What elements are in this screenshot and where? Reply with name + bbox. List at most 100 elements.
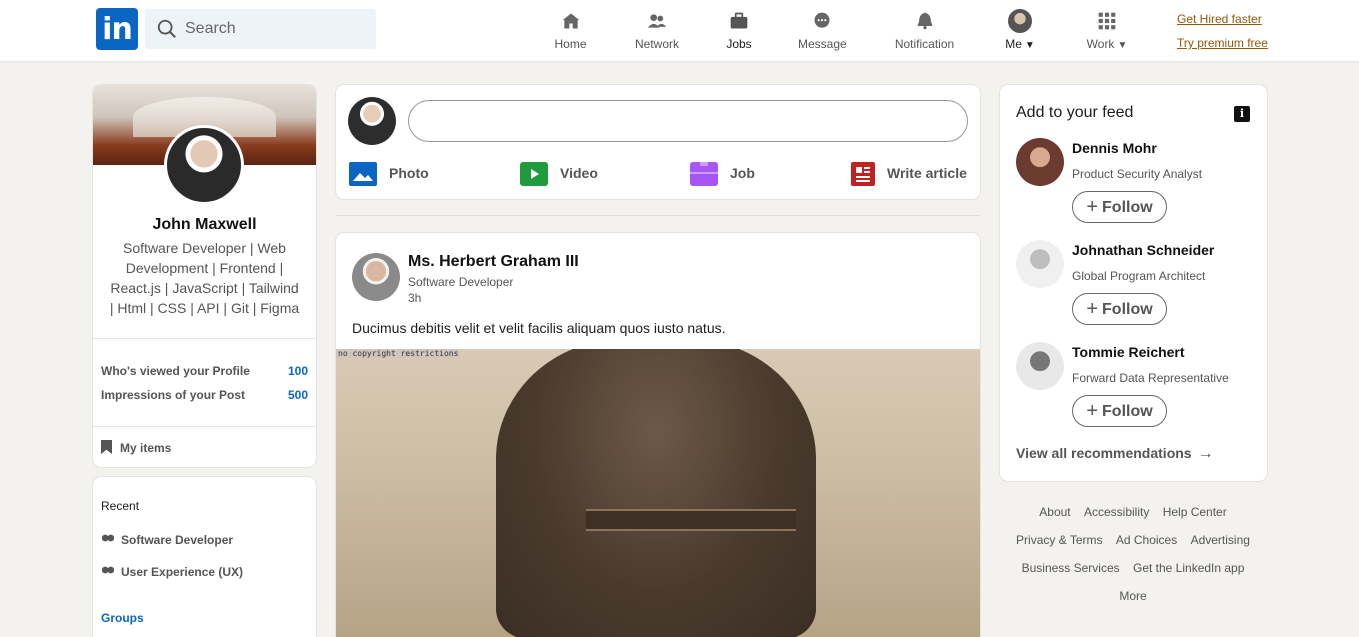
search-box[interactable] [145,9,376,49]
recent-item-label: Software Developer [121,533,234,547]
footer-links: About Accessibility Help Center Privacy … [1000,498,1266,610]
nav-network-label: Network [634,37,679,51]
footer-link-business-services[interactable]: Business Services [1022,561,1120,575]
chevron-down-icon: ▼ [1117,40,1128,51]
start-post-input[interactable] [408,100,968,142]
feed-post: Ms. Herbert Graham III Software Develope… [336,233,980,637]
bell-icon [917,12,932,30]
write-article-button[interactable]: Write article [851,160,967,187]
follow-button[interactable]: + Follow [1072,293,1167,325]
job-button[interactable]: Job [690,160,755,187]
info-icon[interactable]: i [1234,106,1250,122]
avatar[interactable] [348,97,396,145]
footer-link-more[interactable]: More [1119,589,1146,603]
avatar[interactable] [352,253,400,301]
follow-label: Follow [1102,199,1153,216]
group-icon [101,534,115,544]
footer-link-accessibility[interactable]: Accessibility [1084,505,1149,519]
follow-label: Follow [1102,301,1153,318]
recent-card: Recent Software Developer User Experienc… [93,477,316,637]
suggestion-role: Global Program Architect [1072,269,1206,283]
stat-label: Who's viewed your Profile [101,364,250,378]
post-composer: Photo Video Job Write article [336,85,980,199]
photo-button[interactable]: Photo [349,160,429,187]
stat-label: Impressions of your Post [101,388,246,402]
follow-button[interactable]: + Follow [1072,191,1167,223]
nav-home[interactable]: Home [554,11,587,51]
footer-link-privacy[interactable]: Privacy & Terms [1016,533,1102,547]
groups-link[interactable]: Groups [101,611,144,625]
avatar[interactable] [1016,342,1064,390]
footer-link-ad-choices[interactable]: Ad Choices [1116,533,1177,547]
post-image-detail [586,509,796,531]
profile-card: John Maxwell Software Developer | Web De… [93,85,316,467]
follow-button[interactable]: + Follow [1072,395,1167,427]
footer-row: More [1000,582,1266,610]
job-label: Job [730,165,755,181]
nav-message[interactable]: Message [798,11,847,51]
post-author-name[interactable]: Ms. Herbert Graham III [408,253,579,271]
profile-photo[interactable] [164,125,244,205]
suggestion-name[interactable]: Dennis Mohr [1072,140,1157,156]
profile-name[interactable]: John Maxwell [93,216,316,234]
profile-views-stat[interactable]: Who's viewed your Profile 100 [101,364,308,378]
nav-me[interactable]: Me ▼ [1003,9,1037,51]
linkedin-logo[interactable]: in [96,8,138,50]
follow-label: Follow [1102,403,1153,420]
footer-link-help-center[interactable]: Help Center [1163,505,1227,519]
try-premium-link[interactable]: Try premium free [1177,36,1268,50]
post-timestamp: 3h [408,291,422,305]
recent-item[interactable]: User Experience (UX) [101,565,243,579]
footer-link-get-app[interactable]: Get the LinkedIn app [1133,561,1244,575]
footer-link-about[interactable]: About [1039,505,1070,519]
recent-item[interactable]: Software Developer [101,533,233,547]
nav-home-label: Home [554,37,587,51]
video-icon [520,162,548,187]
suggestion-name[interactable]: Tommie Reichert [1072,344,1185,360]
feed-divider [336,215,979,216]
divider [93,338,316,339]
my-items-link[interactable]: My items [101,440,171,455]
home-icon [562,13,579,29]
nav-network[interactable]: Network [634,11,680,51]
search-input[interactable] [185,17,365,41]
video-button[interactable]: Video [520,160,598,187]
profile-headline: Software Developer | Web Development | F… [109,240,300,316]
stat-value: 100 [287,364,308,378]
search-icon [157,19,176,38]
avatar[interactable] [1016,138,1064,186]
footer-row: Business Services Get the LinkedIn app [1000,554,1266,582]
image-caption-label: no copyright restrictions [336,349,461,358]
post-impressions-stat[interactable]: Impressions of your Post 500 [101,388,308,402]
write-article-label: Write article [887,165,967,181]
nav-jobs[interactable]: Jobs [726,11,752,51]
message-icon [814,12,830,28]
plus-icon: + [1086,298,1099,320]
suggestion-role: Product Security Analyst [1072,167,1203,181]
post-image-figure [496,349,816,637]
network-icon [647,14,667,28]
nav-jobs-label: Jobs [726,37,752,51]
jobs-icon [730,12,748,29]
photo-icon [349,162,377,187]
top-navbar: in Home Network Jobs Message Notificatio… [0,0,1359,61]
nav-work[interactable]: Work ▼ [1084,11,1130,51]
view-all-label: View all recommendations [1016,445,1192,461]
recent-item-label: User Experience (UX) [121,565,244,579]
nav-notification[interactable]: Notification [893,11,956,51]
nav-message-label: Message [798,37,847,51]
get-hired-link[interactable]: Get Hired faster [1177,12,1262,26]
divider [93,426,316,427]
footer-row: Privacy & Terms Ad Choices Advertising [1000,526,1266,554]
group-icon [101,566,115,576]
suggestion-name[interactable]: Johnathan Schneider [1072,242,1214,258]
nav-notification-label: Notification [894,37,955,51]
view-all-recommendations-link[interactable]: View all recommendations → [1016,445,1214,463]
avatar[interactable] [1016,240,1064,288]
footer-row: About Accessibility Help Center [1000,498,1266,526]
add-to-feed-title: Add to your feed [1016,104,1134,121]
footer-link-advertising[interactable]: Advertising [1191,533,1250,547]
bookmark-icon [101,440,112,454]
plus-icon: + [1086,196,1099,218]
post-image[interactable]: no copyright restrictions [336,349,980,637]
